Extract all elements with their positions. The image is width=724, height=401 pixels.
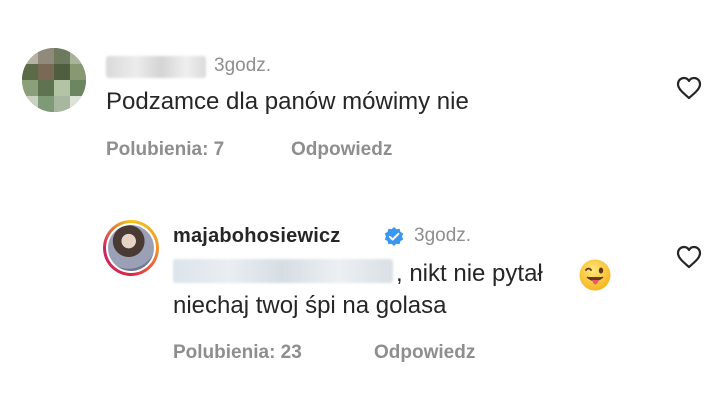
reply-likes-count[interactable]: Polubienia: 23: [173, 342, 302, 364]
reply-timestamp: 3godz.: [414, 225, 472, 246]
reply-text-line2: niechaj twoj śpi na golasa: [173, 292, 447, 319]
reply-username[interactable]: majabohosiewicz: [173, 225, 341, 248]
heart-icon[interactable]: [676, 76, 702, 105]
comment-text: Podzamce dla panów mówimy nie: [106, 88, 469, 115]
winking-face-with-tongue-icon: [578, 258, 612, 297]
blurred-username[interactable]: [106, 56, 206, 78]
commenter-avatar[interactable]: [22, 48, 86, 112]
reply-text-line1: , nikt nie pytał: [396, 260, 543, 287]
likes-count[interactable]: Polubienia: 7: [106, 139, 224, 161]
comment-timestamp: 3godz.: [214, 55, 272, 76]
verified-badge-icon: [383, 226, 405, 253]
blurred-mention[interactable]: [173, 259, 393, 283]
reply-reply-button[interactable]: Odpowiedz: [374, 342, 475, 364]
reply-avatar[interactable]: [103, 220, 159, 276]
reply-button[interactable]: Odpowiedz: [291, 139, 392, 161]
heart-icon[interactable]: [676, 245, 702, 274]
